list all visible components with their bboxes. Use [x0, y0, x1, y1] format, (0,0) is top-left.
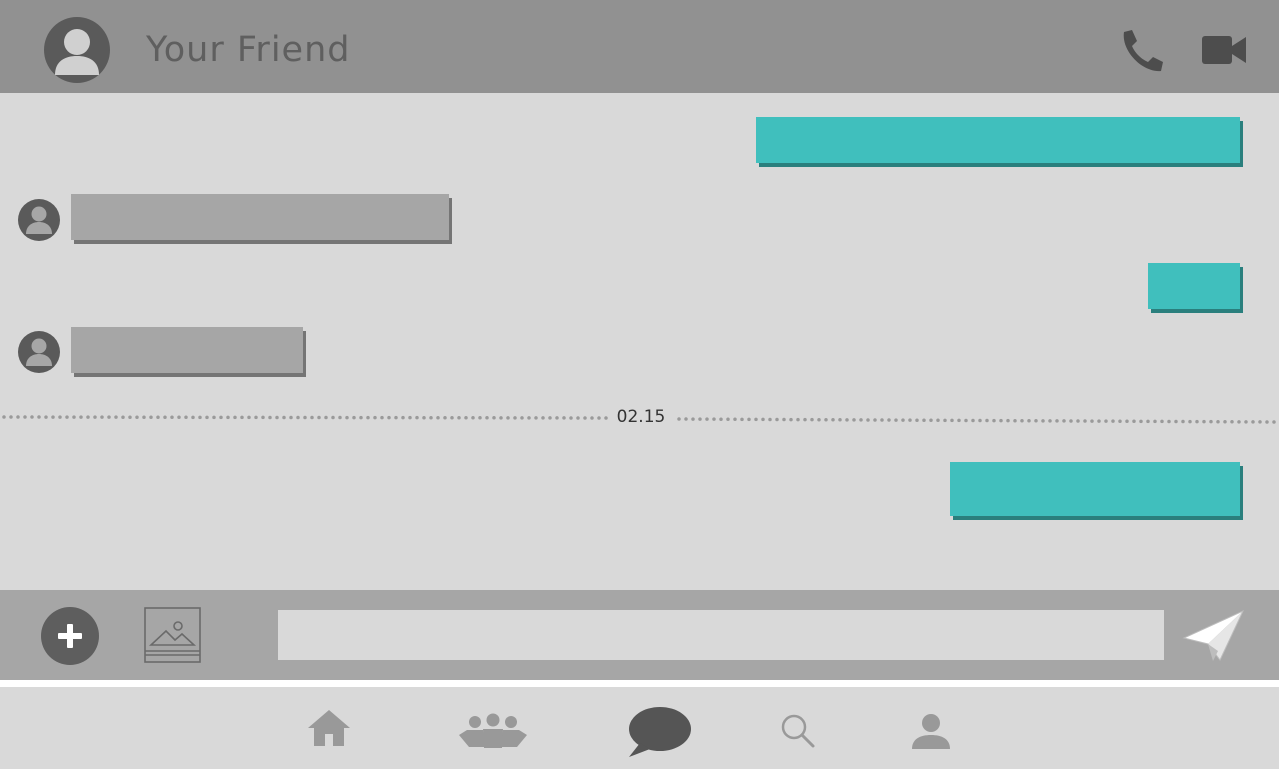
chat-icon[interactable]	[628, 705, 692, 759]
incoming-message-bubble[interactable]	[71, 327, 303, 373]
contact-name: Your Friend	[146, 30, 351, 70]
image-icon[interactable]	[144, 607, 202, 664]
home-icon[interactable]	[306, 708, 352, 748]
friend-avatar-icon	[18, 331, 60, 373]
date-separator-label: 02.15	[614, 407, 668, 427]
incoming-message-bubble[interactable]	[71, 194, 449, 240]
outgoing-message-bubble[interactable]	[950, 462, 1240, 516]
contact-avatar-icon[interactable]	[44, 17, 110, 83]
phone-icon[interactable]	[1116, 26, 1166, 74]
profile-icon[interactable]	[910, 711, 952, 751]
video-camera-icon[interactable]	[1200, 32, 1248, 68]
search-icon[interactable]	[780, 713, 816, 749]
outgoing-message-bubble[interactable]	[1148, 263, 1240, 309]
friend-avatar-icon	[18, 199, 60, 241]
composer-divider	[0, 680, 1279, 687]
plus-icon[interactable]	[40, 606, 100, 666]
outgoing-message-bubble[interactable]	[756, 117, 1240, 163]
message-input[interactable]	[278, 610, 1164, 660]
send-icon[interactable]	[1180, 608, 1246, 664]
friends-icon[interactable]	[458, 711, 528, 749]
